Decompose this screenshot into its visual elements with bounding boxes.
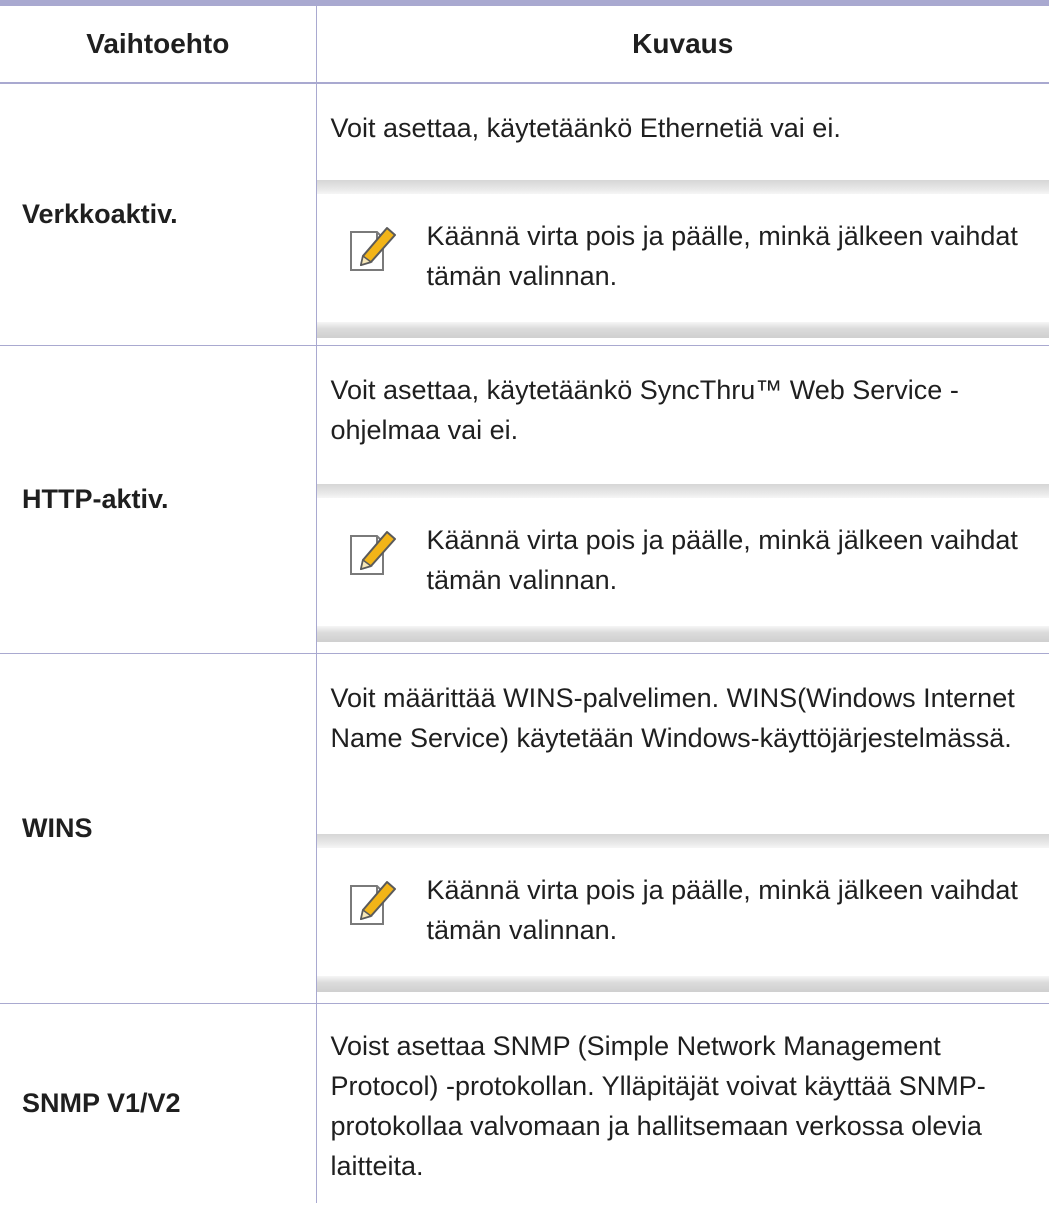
option-name: WINS [0, 653, 317, 1004]
table-row: HTTP-aktiv. Voit asettaa, käytetäänkö Sy… [0, 345, 1049, 654]
description-text: Voit asettaa, käytetäänkö Ethernetiä vai… [330, 113, 841, 143]
note-pencil-icon [349, 227, 396, 271]
option-description-cell: Voit asettaa, käytetäänkö SyncThru™ Web … [316, 345, 1049, 654]
option-name: SNMP V1/V2 [0, 1003, 317, 1203]
option-description-cell: Voit asettaa, käytetäänkö Ethernetiä vai… [316, 83, 1049, 346]
note-text: Käännä virta pois ja päälle, minkä jälke… [426, 221, 1018, 291]
options-table: Vaihtoehto Kuvaus Verkkoaktiv. Voit aset… [0, 6, 1049, 1203]
option-name: Verkkoaktiv. [0, 83, 317, 346]
option-name: HTTP-aktiv. [0, 345, 317, 654]
header-option: Vaihtoehto [0, 6, 317, 84]
note-pencil-icon [349, 880, 396, 925]
description-text: Voit asettaa, käytetäänkö SyncThru™ Web … [330, 374, 959, 445]
note-box: Käännä virta pois ja päälle, minkä jälke… [316, 483, 1049, 642]
note-box: Käännä virta pois ja päälle, minkä jälke… [316, 180, 1049, 338]
note-pencil-icon [349, 530, 396, 575]
table-row: Verkkoaktiv. Voit asettaa, käytetäänkö E… [0, 83, 1049, 346]
note-text: Käännä virta pois ja päälle, minkä jälke… [426, 524, 1018, 595]
description-text: Voit määrittää WINS-palvelimen. WINS(Win… [330, 682, 1015, 753]
option-description-cell: Voit määrittää WINS-palvelimen. WINS(Win… [316, 653, 1049, 1004]
table-row: WINS Voit määrittää WINS-palvelimen. WIN… [0, 653, 1049, 1004]
table-header-row: Vaihtoehto Kuvaus [0, 6, 1049, 84]
description-text: Voist asettaa SNMP (Simple Network Manag… [330, 1030, 986, 1181]
table-row: SNMP V1/V2 Voist asettaa SNMP (Simple Ne… [0, 1003, 1049, 1203]
note-box: Käännä virta pois ja päälle, minkä jälke… [316, 833, 1049, 992]
option-description-cell: Voist asettaa SNMP (Simple Network Manag… [316, 1003, 1049, 1203]
header-description: Kuvaus [316, 6, 1049, 84]
note-text: Käännä virta pois ja päälle, minkä jälke… [426, 874, 1018, 945]
